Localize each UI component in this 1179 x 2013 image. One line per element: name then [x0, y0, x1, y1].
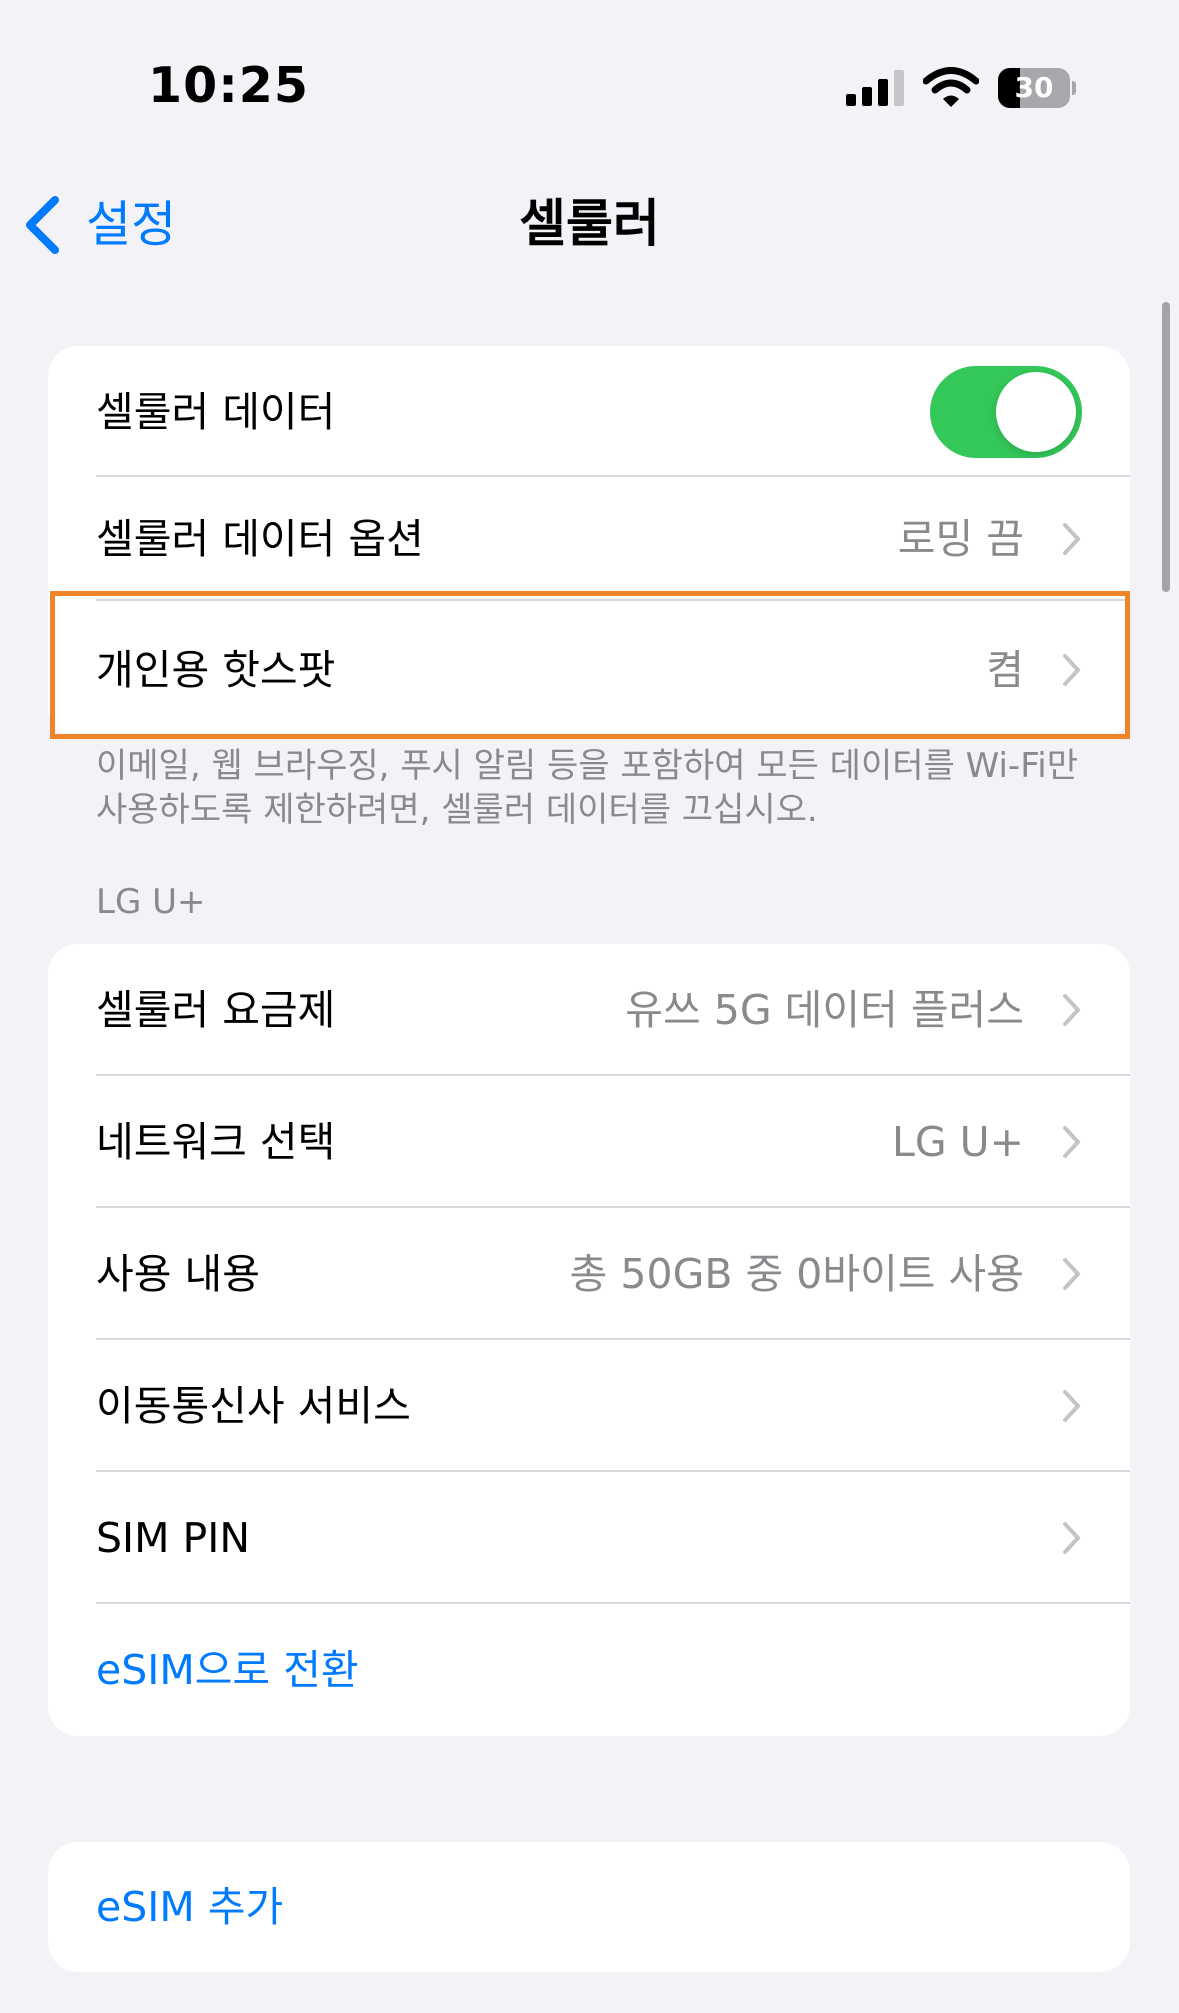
scroll-indicator[interactable] — [1162, 302, 1170, 592]
personal-hotspot-row[interactable]: 개인용 핫스팟 켬 — [48, 601, 1130, 739]
chevron-right-icon — [1063, 1126, 1080, 1158]
back-button[interactable]: 설정 — [22, 190, 176, 260]
network-selection-label: 네트워크 선택 — [96, 1118, 336, 1166]
add-esim-button[interactable]: eSIM 추가 — [96, 1881, 283, 1933]
status-bar: 10:25 30 — [0, 0, 1179, 150]
chevron-left-icon — [26, 196, 59, 254]
cellular-data-row: 셀룰러 데이터 — [48, 346, 1130, 477]
switch-to-esim-row[interactable]: eSIM으로 전환 — [48, 1604, 1130, 1736]
network-selection-value: LG U+ — [891, 1118, 1024, 1166]
network-selection-row[interactable]: 네트워크 선택 LG U+ — [48, 1076, 1130, 1208]
chevron-right-icon — [1063, 1390, 1080, 1422]
add-esim-group: eSIM 추가 — [48, 1842, 1130, 1972]
personal-hotspot-label: 개인용 핫스팟 — [96, 646, 336, 694]
cellular-data-group: 셀룰러 데이터 셀룰러 데이터 옵션 로밍 끔 개인용 핫스팟 켬 — [48, 346, 1130, 739]
carrier-group: 셀룰러 요금제 유쓰 5G 데이터 플러스 네트워크 선택 LG U+ 사용 내… — [48, 944, 1130, 1736]
personal-hotspot-value: 켬 — [986, 646, 1024, 694]
cellular-data-options-label: 셀룰러 데이터 옵션 — [96, 515, 424, 563]
carrier-section-header: LG U+ — [96, 882, 206, 922]
carrier-services-row[interactable]: 이동통신사 서비스 — [48, 1340, 1130, 1472]
cellular-data-options-value: 로밍 끔 — [897, 515, 1024, 563]
status-time: 10:25 — [148, 57, 309, 114]
page-title: 셀룰러 — [519, 195, 660, 254]
cellular-data-label: 셀룰러 데이터 — [96, 387, 336, 436]
sim-pin-row[interactable]: SIM PIN — [48, 1472, 1130, 1604]
sim-pin-label: SIM PIN — [96, 1514, 251, 1562]
battery-body: 30 — [998, 68, 1070, 108]
back-button-label: 설정 — [86, 196, 177, 253]
cellular-plan-row[interactable]: 셀룰러 요금제 유쓰 5G 데이터 플러스 — [48, 944, 1130, 1076]
cellular-data-toggle[interactable] — [930, 365, 1082, 458]
chevron-right-icon — [1063, 994, 1080, 1026]
usage-value: 총 50GB 중 0바이트 사용 — [569, 1250, 1024, 1298]
chevron-right-icon — [1063, 654, 1080, 686]
switch-to-esim-button[interactable]: eSIM으로 전환 — [96, 1644, 359, 1696]
usage-label: 사용 내용 — [96, 1250, 260, 1298]
cellular-data-options-row[interactable]: 셀룰러 데이터 옵션 로밍 끔 — [48, 477, 1130, 601]
toggle-knob — [996, 371, 1076, 452]
battery-icon: 30 — [998, 68, 1076, 108]
battery-level: 30 — [1014, 71, 1054, 104]
wifi-icon — [923, 67, 979, 107]
chevron-right-icon — [1063, 1522, 1080, 1554]
chevron-right-icon — [1063, 1258, 1080, 1290]
chevron-right-icon — [1063, 523, 1080, 555]
cellular-data-footer: 이메일, 웹 브라우징, 푸시 알림 등을 포함하여 모든 데이터를 Wi-Fi… — [96, 746, 1078, 830]
add-esim-row[interactable]: eSIM 추가 — [48, 1842, 1130, 1972]
cellular-signal-icon — [846, 70, 904, 106]
cellular-plan-value: 유쓰 5G 데이터 플러스 — [625, 986, 1024, 1034]
cellular-plan-label: 셀룰러 요금제 — [96, 986, 336, 1034]
battery-cap — [1072, 81, 1076, 95]
usage-row[interactable]: 사용 내용 총 50GB 중 0바이트 사용 — [48, 1208, 1130, 1340]
carrier-services-label: 이동통신사 서비스 — [96, 1382, 411, 1430]
